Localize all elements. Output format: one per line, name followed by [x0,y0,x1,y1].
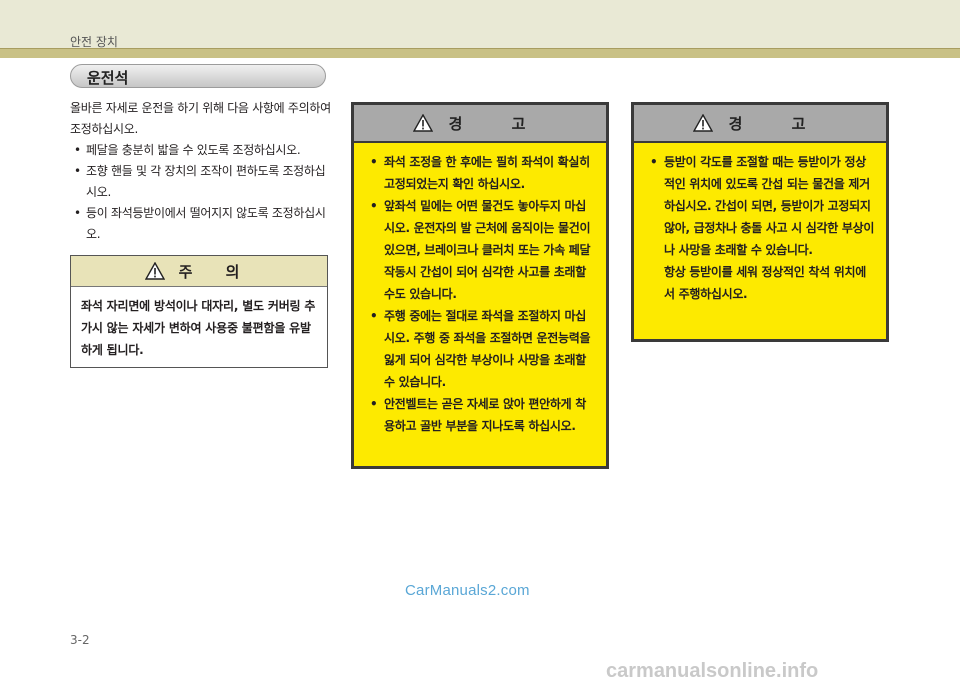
section-title-tab: 운전석 [70,64,326,88]
intro-bullet: 페달을 충분히 밟을 수 있도록 조정하십시오. [70,140,332,161]
caution-box: 주 의 좌석 자리면에 방석이나 대자리, 별도 커버링 추가시 않는 자세가 … [70,255,328,368]
warning-box-2: 경 고 등받이 각도를 조절할 때는 등받이가 정상적인 위치에 있도록 간섭 … [631,102,889,342]
warning-bullet: 등받이 각도를 조절할 때는 등받이가 정상적인 위치에 있도록 간섭 되는 물… [648,151,876,261]
warning-header: 경 고 [354,105,606,143]
warning-title: 경 고 [728,114,828,133]
section-title: 운전석 [87,69,129,87]
header-rule [0,48,960,58]
caution-text: 좌석 자리면에 방석이나 대자리, 별도 커버링 추가시 않는 자세가 변하여 … [81,299,316,357]
warning-bullets: 좌석 조정을 한 후에는 필히 좌석이 확실히 고정되었는지 확인 하십시오. … [368,151,596,437]
warning-bullet: 좌석 조정을 한 후에는 필히 좌석이 확실히 고정되었는지 확인 하십시오. [368,151,596,195]
warning-bullet: 안전벨트는 곧은 자세로 앉아 편안하게 착용하고 골반 부분을 지나도록 하십… [368,393,596,437]
page-number: 3-2 [70,633,90,647]
page-header: 안전 장치 [0,0,960,49]
warning-triangle-icon [412,114,433,132]
warning-triangle-icon [144,262,165,280]
intro-bullet: 등이 좌석등받이에서 떨어지지 않도록 조정하십시오. [70,203,332,245]
warning-body: 등받이 각도를 조절할 때는 등받이가 정상적인 위치에 있도록 간섭 되는 물… [634,143,886,305]
warning-header: 경 고 [634,105,886,143]
intro-bullet: 조향 핸들 및 각 장치의 조작이 편하도록 조정하십시오. [70,161,332,203]
warning-extra-text: 항상 등받이를 세워 정상적인 착석 위치에서 주행하십시오. [664,265,866,301]
intro-block: 올바른 자세로 운전을 하기 위해 다음 사항에 주의하여 조정하십시오. 페달… [70,98,332,245]
warning-box-1: 경 고 좌석 조정을 한 후에는 필히 좌석이 확실히 고정되었는지 확인 하십… [351,102,609,469]
warning-bullet: 앞좌석 밑에는 어떤 물건도 놓아두지 마십시오. 운전자의 발 근처에 움직이… [368,195,596,305]
intro-text: 올바른 자세로 운전을 하기 위해 다음 사항에 주의하여 조정하십시오. [70,101,331,136]
warning-bullet: 주행 중에는 절대로 좌석을 조절하지 마십시오. 주행 중 좌석을 조절하면 … [368,305,596,393]
watermark-link[interactable]: CarManuals2.com [405,582,530,599]
caution-title: 주 의 [178,262,254,281]
warning-title: 경 고 [448,114,548,133]
warning-bullets: 등받이 각도를 조절할 때는 등받이가 정상적인 위치에 있도록 간섭 되는 물… [648,151,876,261]
warning-triangle-icon [692,114,713,132]
intro-bullets: 페달을 충분히 밟을 수 있도록 조정하십시오. 조향 핸들 및 각 장치의 조… [70,140,332,245]
footer-watermark: carmanualsonline.info [606,660,819,682]
caution-header: 주 의 [71,256,327,287]
warning-body: 좌석 조정을 한 후에는 필히 좌석이 확실히 고정되었는지 확인 하십시오. … [354,143,606,437]
